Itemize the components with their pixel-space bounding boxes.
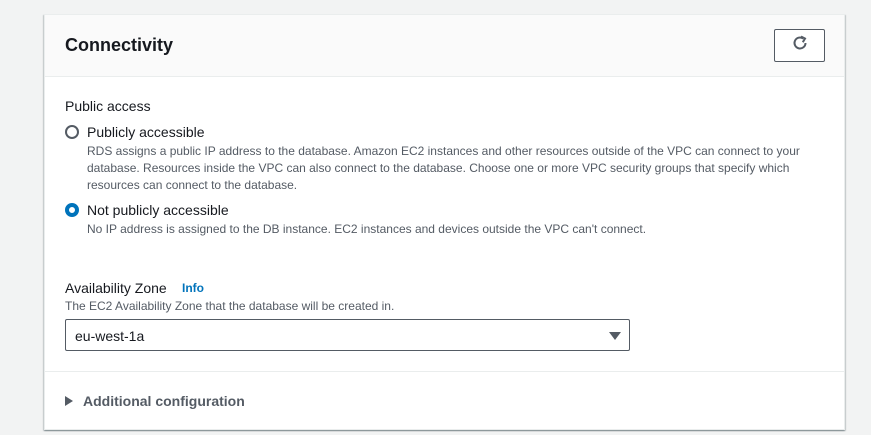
publicly-accessible-label[interactable]: Publicly accessible <box>87 124 205 140</box>
not-publicly-accessible-label[interactable]: Not publicly accessible <box>87 202 229 218</box>
caret-down-icon <box>609 332 621 340</box>
availability-zone-description: The EC2 Availability Zone that the datab… <box>65 299 395 313</box>
refresh-icon <box>791 34 809 57</box>
connectivity-panel: Connectivity Public access Publicly acce… <box>44 14 845 430</box>
publicly-accessible-description: RDS assigns a public IP address to the d… <box>87 143 800 194</box>
availability-zone-info-link[interactable]: Info <box>182 281 204 295</box>
additional-configuration-expander[interactable]: Additional configuration <box>65 392 245 410</box>
not-publicly-accessible-description: No IP address is assigned to the DB inst… <box>87 221 646 238</box>
description-line: database. Resources inside the VPC can a… <box>87 161 790 175</box>
public-access-label: Public access <box>65 98 151 114</box>
panel-title: Connectivity <box>65 35 174 55</box>
refresh-button[interactable] <box>774 29 825 62</box>
caret-right-icon <box>65 396 73 406</box>
description-line: resources can connect to the database. <box>87 178 298 192</box>
publicly-accessible-radio[interactable] <box>65 125 79 139</box>
divider <box>45 371 844 372</box>
description-line: RDS assigns a public IP address to the d… <box>87 144 800 158</box>
availability-zone-label: Availability Zone <box>65 280 167 296</box>
additional-configuration-label: Additional configuration <box>83 393 245 409</box>
panel-header: Connectivity <box>45 15 844 77</box>
not-publicly-accessible-radio[interactable] <box>65 203 79 217</box>
availability-zone-value: eu-west-1a <box>75 328 145 344</box>
availability-zone-select[interactable]: eu-west-1a <box>65 319 630 351</box>
description-line: No IP address is assigned to the DB inst… <box>87 222 647 236</box>
